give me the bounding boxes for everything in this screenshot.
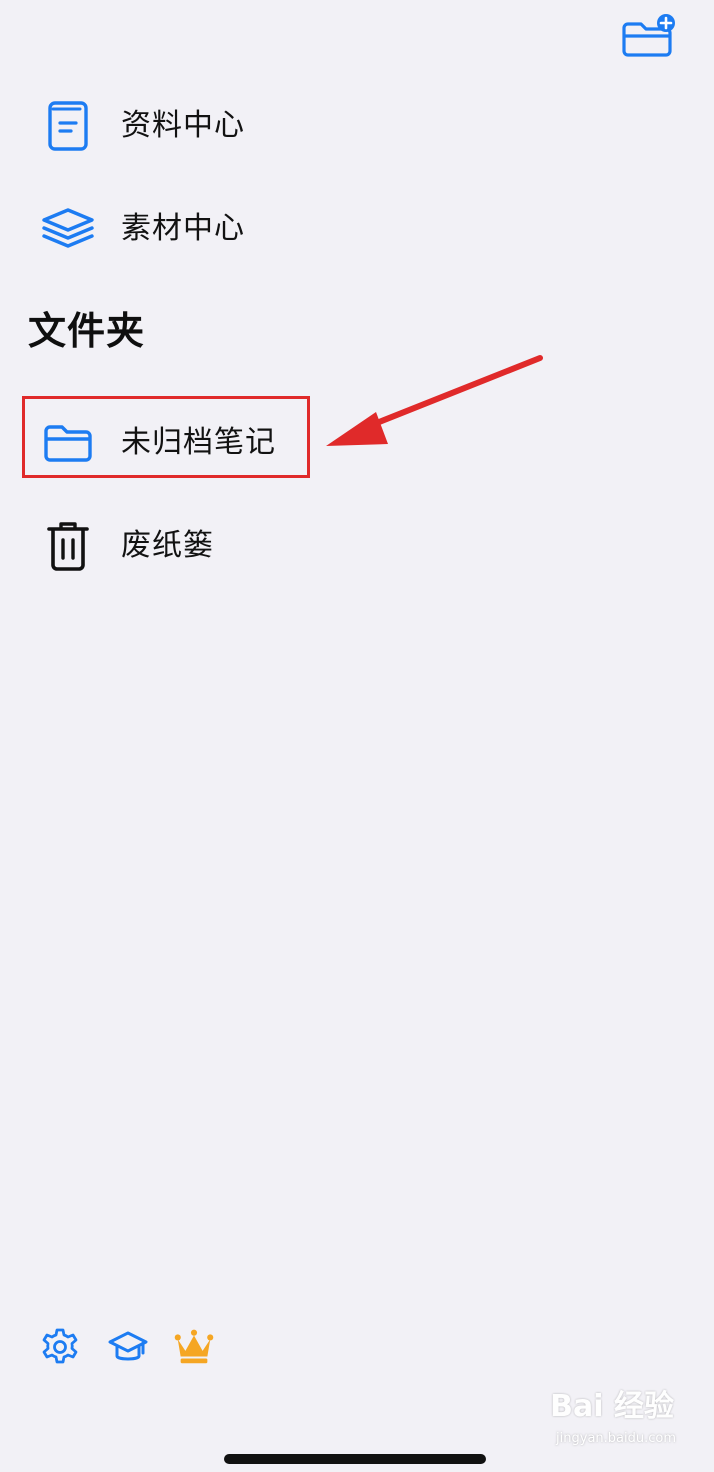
new-folder-button[interactable] [620, 12, 678, 58]
folder-item-unarchived-notes[interactable]: 未归档笔记 [28, 408, 448, 478]
nav-item-material-center[interactable]: 素材中心 [28, 194, 448, 264]
section-title-folders: 文件夹 [28, 309, 146, 353]
folder-item-label: 未归档笔记 [121, 425, 276, 460]
nav-item-resource-center[interactable]: 资料中心 [28, 91, 448, 161]
crown-icon [174, 1329, 214, 1364]
watermark-logo: Bai 经验 [550, 1389, 674, 1424]
folder-item-trash[interactable]: 废纸篓 [28, 511, 448, 581]
watermark-url: jingyan.baidu.com [556, 1431, 676, 1446]
folder-item-label: 废纸篓 [121, 528, 214, 563]
trash-icon [40, 518, 96, 574]
layers-icon [40, 201, 96, 257]
nav-item-label: 资料中心 [121, 108, 245, 143]
folder-icon [40, 415, 96, 471]
folder-plus-icon [622, 14, 675, 57]
home-indicator [224, 1454, 486, 1464]
book-icon [40, 98, 96, 154]
learn-button[interactable] [107, 1326, 149, 1368]
settings-button[interactable] [39, 1326, 81, 1368]
gear-icon [42, 1328, 78, 1364]
nav-item-label: 素材中心 [121, 211, 245, 246]
graduation-cap-icon [108, 1331, 148, 1361]
premium-button[interactable] [173, 1326, 215, 1368]
